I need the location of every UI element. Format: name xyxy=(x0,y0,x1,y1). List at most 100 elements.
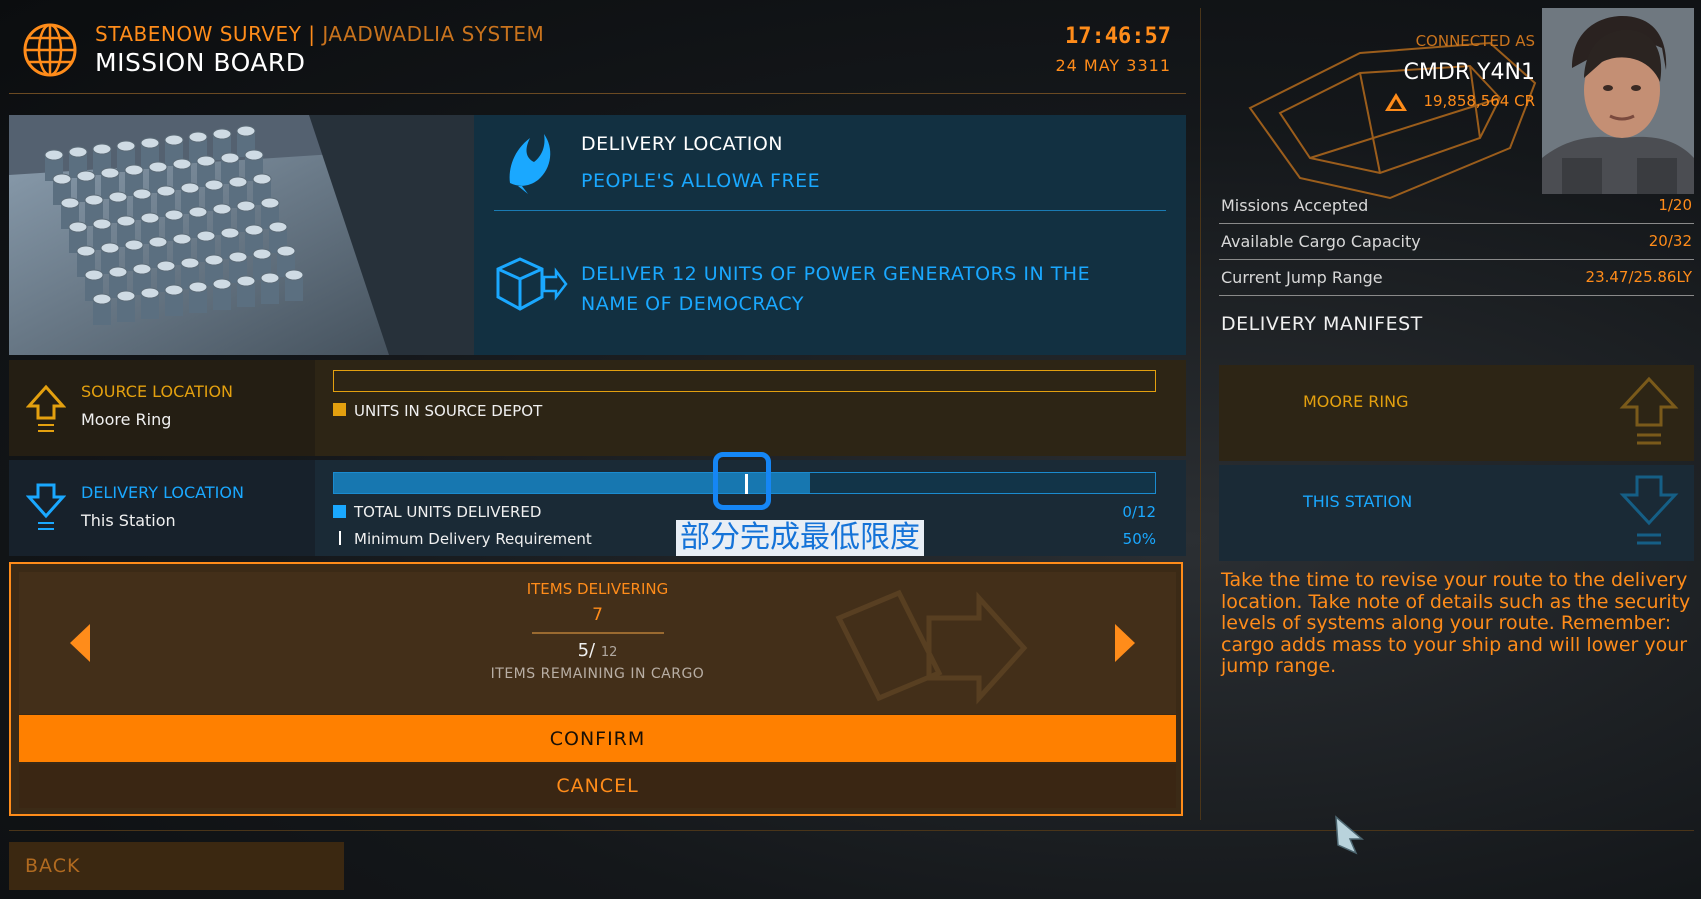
canister-top xyxy=(236,200,256,212)
connected-as-label: CONNECTED AS xyxy=(1415,32,1535,50)
stat-jump-range: Current Jump Range 23.47/25.86LY xyxy=(1219,260,1694,296)
canister-top xyxy=(132,263,152,275)
canister-top xyxy=(164,209,184,221)
manifest-source-label: MOORE RING xyxy=(1303,392,1409,411)
canister-top xyxy=(124,164,144,176)
canister-top xyxy=(212,278,232,290)
delivery-down-arrow-icon xyxy=(26,483,66,530)
stat-value: 1/20 xyxy=(1658,196,1692,214)
mission-objective: DELIVER 12 UNITS OF POWER GENERATORS IN … xyxy=(581,263,1091,315)
canister-top xyxy=(140,137,160,149)
canister-top xyxy=(124,239,144,251)
canister-top xyxy=(236,125,256,137)
source-up-arrow-icon xyxy=(26,384,66,432)
canister-top xyxy=(132,188,152,200)
items-count-underline xyxy=(532,632,664,634)
source-legend-label: UNITS IN SOURCE DEPOT xyxy=(354,402,543,420)
canister-top xyxy=(148,236,168,248)
cancel-button[interactable]: CANCEL xyxy=(19,764,1176,808)
canister-top xyxy=(172,158,192,170)
delivery-location-label: DELIVERY LOCATION xyxy=(81,483,244,502)
back-button[interactable]: BACK xyxy=(9,842,344,890)
canister-top xyxy=(76,245,96,257)
canister-top xyxy=(60,197,80,209)
column-divider xyxy=(1200,8,1201,820)
confirm-button[interactable]: CONFIRM xyxy=(19,715,1176,762)
header-divider xyxy=(9,93,1186,94)
canister-top xyxy=(196,230,216,242)
globe-icon xyxy=(23,23,77,77)
canister-top xyxy=(212,128,232,140)
source-location-value: Moore Ring xyxy=(81,410,172,429)
canister-top xyxy=(108,191,128,203)
canister-top xyxy=(52,173,72,185)
items-delivering-heading: ITEMS DELIVERING xyxy=(526,580,669,598)
system-name: JAADWADLIA SYSTEM xyxy=(322,22,545,46)
canister-top xyxy=(188,281,208,293)
date: 24 MAY 3311 xyxy=(1055,56,1171,75)
manifest-destination-card: THIS STATION xyxy=(1219,465,1694,561)
canister-top xyxy=(276,245,296,257)
canister-top xyxy=(204,179,224,191)
source-depot-bar xyxy=(333,370,1156,392)
delivery-location-heading: DELIVERY LOCATION xyxy=(581,133,783,155)
canister-top xyxy=(260,272,280,284)
stat-label: Current Jump Range xyxy=(1221,268,1383,287)
canister-top xyxy=(100,242,120,254)
footer-divider xyxy=(9,830,1694,831)
canister-top xyxy=(212,203,232,215)
canister-top xyxy=(76,170,96,182)
canister-top xyxy=(196,155,216,167)
canister-top xyxy=(260,197,280,209)
cargo-box-icon xyxy=(496,257,568,311)
source-legend-swatch xyxy=(333,403,346,416)
canister-top xyxy=(92,218,112,230)
ship-outline-icon xyxy=(1248,41,1537,200)
commander-portrait xyxy=(1542,8,1694,194)
canister-top xyxy=(172,233,192,245)
items-remaining-count: 5/ xyxy=(577,640,596,661)
faction-eagle-icon xyxy=(509,134,551,194)
canister-top xyxy=(228,176,248,188)
items-remaining-total: 12 xyxy=(600,645,618,660)
manifest-destination-label: THIS STATION xyxy=(1303,492,1413,511)
stat-value: 20/32 xyxy=(1648,232,1692,250)
canister-top xyxy=(180,257,200,269)
canister-top xyxy=(164,134,184,146)
stat-divider xyxy=(1219,295,1694,296)
delivered-count: 0/12 xyxy=(1122,503,1156,521)
page-title: MISSION BOARD xyxy=(95,48,306,77)
station-name: STABENOW SURVEY xyxy=(95,22,302,46)
canister-top xyxy=(204,254,224,266)
commander-credits: 19,858,564 CR xyxy=(1423,92,1535,110)
canister-top xyxy=(228,251,248,263)
delivered-legend-label: TOTAL UNITS DELIVERED xyxy=(354,503,542,521)
canister-top xyxy=(180,182,200,194)
manifest-source-card: MOORE RING xyxy=(1219,365,1694,461)
canister-top xyxy=(252,248,272,260)
canister-top xyxy=(140,287,160,299)
canister-top xyxy=(284,269,304,281)
system-location: STABENOW SURVEY | JAADWADLIA SYSTEM xyxy=(95,22,544,46)
canister-top xyxy=(188,206,208,218)
commander-name: CMDR Y4N1 xyxy=(1403,60,1535,85)
stat-value: 23.47/25.86LY xyxy=(1585,268,1692,286)
annotation-caption: 部分完成最低限度 xyxy=(676,520,924,556)
canister-top xyxy=(116,290,136,302)
faction-name: PEOPLE'S ALLOWA FREE xyxy=(581,170,821,192)
location-separator: | xyxy=(308,22,316,46)
canister-top xyxy=(188,131,208,143)
cargo-image xyxy=(9,115,474,355)
canister-top xyxy=(84,269,104,281)
items-remaining-label: ITEMS REMAINING IN CARGO xyxy=(490,666,705,682)
stat-cargo-capacity: Available Cargo Capacity 20/32 xyxy=(1219,224,1694,260)
canister-top xyxy=(44,149,64,161)
canister-top xyxy=(68,146,88,158)
minimum-requirement-marker xyxy=(745,474,748,494)
mission-description: Take the time to revise your route to th… xyxy=(1221,569,1691,677)
manifest-down-arrow-icon xyxy=(1619,475,1679,545)
minimum-legend-label: Minimum Delivery Requirement xyxy=(354,530,592,548)
clock: 17:46:57 xyxy=(1065,24,1171,49)
canister-top xyxy=(236,275,256,287)
canister-top xyxy=(244,149,264,161)
